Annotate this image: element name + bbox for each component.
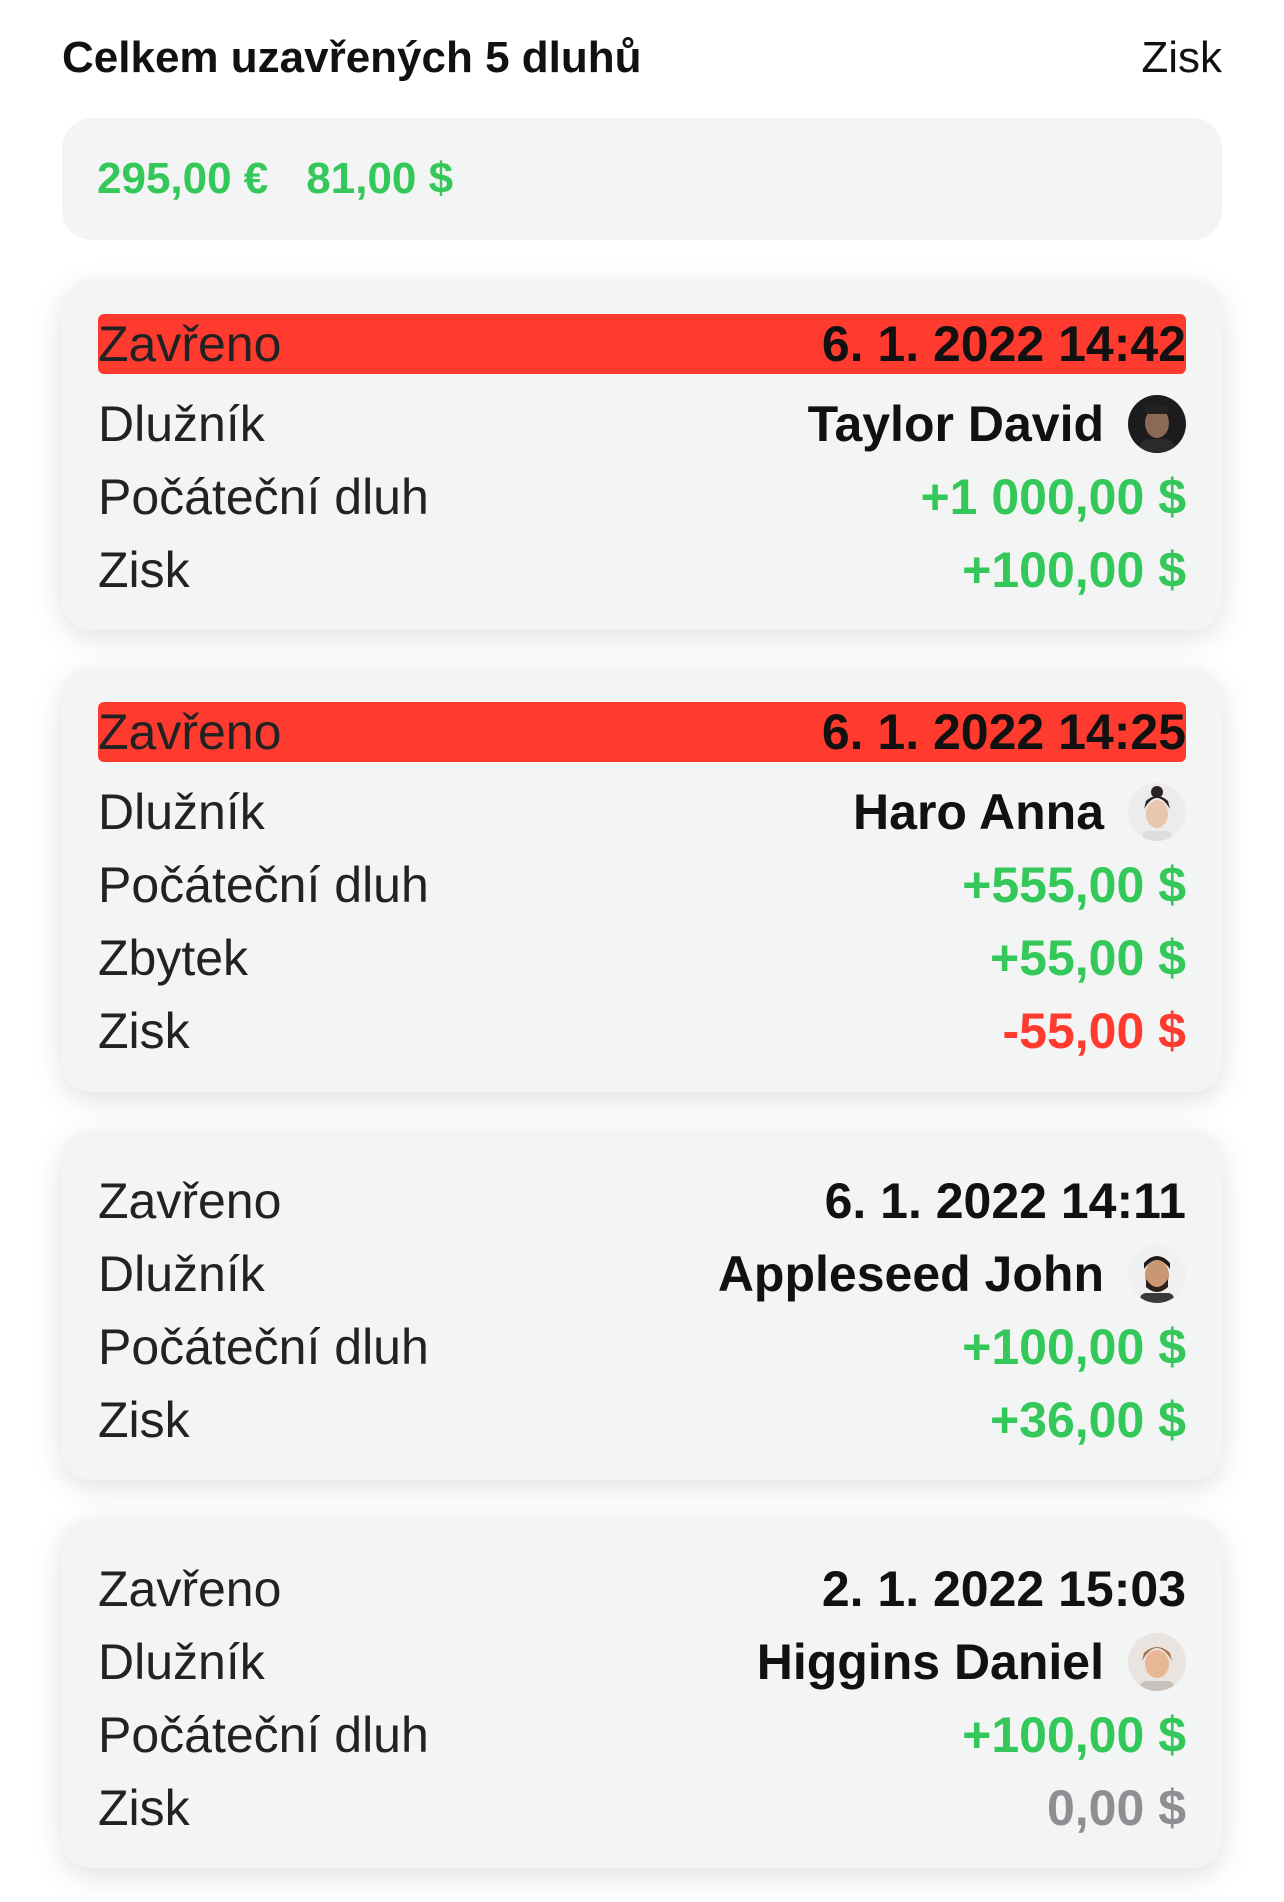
profit-row: Zisk 0,00 $ [98, 1771, 1186, 1844]
debtor-label: Dlužník [98, 1245, 265, 1302]
debtor-row: Dlužník Taylor David [98, 387, 1186, 460]
closed-label: Zavřeno [98, 316, 282, 372]
profit-value: +36,00 $ [989, 1391, 1186, 1448]
debtor-value: Taylor David [807, 394, 1186, 453]
profit-label: Zisk [98, 1391, 190, 1448]
closed-date: 6. 1. 2022 14:11 [824, 1172, 1186, 1229]
profit-row: Zisk +100,00 $ [98, 533, 1186, 606]
debt-card[interactable]: Zavřeno 6. 1. 2022 14:25 Dlužník Haro An… [62, 668, 1222, 1092]
debtor-label: Dlužník [98, 1633, 265, 1690]
profit-value: 0,00 $ [1046, 1779, 1186, 1836]
closed-label: Zavřeno [98, 1172, 282, 1229]
initial-debt-label: Počáteční dluh [98, 468, 429, 525]
profit-label: Zisk [98, 1779, 190, 1836]
remainder-label: Zbytek [98, 929, 249, 986]
closed-row: Zavřeno 6. 1. 2022 14:25 [98, 702, 1186, 762]
avatar [1128, 1244, 1186, 1303]
debtor-value: Higgins Daniel [756, 1632, 1186, 1691]
profit-label: Zisk [98, 1002, 190, 1059]
debtor-row: Dlužník Haro Anna [98, 775, 1186, 848]
summary-header: Celkem uzavřených 5 dluhů Zisk [62, 28, 1222, 88]
debt-card[interactable]: Zavřeno 6. 1. 2022 14:42 Dlužník Taylor … [62, 280, 1222, 630]
total-usd: 81,00 $ [306, 154, 454, 203]
initial-debt-row: Počáteční dluh +1 000,00 $ [98, 460, 1186, 533]
closed-label: Zavřeno [98, 1560, 282, 1617]
debtor-row: Dlužník Appleseed John [98, 1237, 1186, 1310]
initial-debt-value: +100,00 $ [962, 1318, 1186, 1375]
initial-debt-label: Počáteční dluh [98, 856, 429, 913]
initial-debt-row: Počáteční dluh +555,00 $ [98, 848, 1186, 921]
debtor-name: Appleseed John [717, 1245, 1104, 1302]
debtor-name: Taylor David [807, 395, 1104, 452]
closed-row: Zavřeno 2. 1. 2022 15:03 [98, 1552, 1186, 1625]
profit-row: Zisk +36,00 $ [98, 1383, 1186, 1456]
totals-panel: 295,00 € 81,00 $ [62, 118, 1222, 240]
initial-debt-value: +555,00 $ [962, 856, 1186, 913]
initial-debt-row: Počáteční dluh +100,00 $ [98, 1698, 1186, 1771]
debt-card[interactable]: Zavřeno 2. 1. 2022 15:03 Dlužník Higgins… [62, 1518, 1222, 1868]
closed-date: 6. 1. 2022 14:25 [821, 704, 1186, 760]
debtor-value: Haro Anna [853, 782, 1186, 841]
debtor-name: Haro Anna [853, 783, 1104, 840]
debt-card[interactable]: Zavřeno 6. 1. 2022 14:11 Dlužník Applese… [62, 1130, 1222, 1480]
closed-row: Zavřeno 6. 1. 2022 14:11 [98, 1164, 1186, 1237]
debt-list-screen: Celkem uzavřených 5 dluhů Zisk 295,00 € … [0, 0, 1284, 1902]
initial-debt-label: Počáteční dluh [98, 1318, 429, 1375]
remainder-value: +55,00 $ [989, 929, 1186, 986]
closed-row: Zavřeno 6. 1. 2022 14:42 [98, 314, 1186, 374]
initial-debt-value: +100,00 $ [962, 1706, 1186, 1763]
avatar [1128, 394, 1186, 453]
initial-debt-value: +1 000,00 $ [920, 468, 1186, 525]
initial-debt-row: Počáteční dluh +100,00 $ [98, 1310, 1186, 1383]
debtor-value: Appleseed John [717, 1244, 1186, 1303]
initial-debt-label: Počáteční dluh [98, 1706, 429, 1763]
profit-value: -55,00 $ [1002, 1002, 1186, 1059]
profit-label: Zisk [98, 541, 190, 598]
profit-column-label[interactable]: Zisk [1141, 33, 1222, 83]
profit-row: Zisk -55,00 $ [98, 994, 1186, 1067]
closed-date: 6. 1. 2022 14:42 [821, 316, 1186, 372]
debtor-name: Higgins Daniel [756, 1633, 1104, 1690]
debtor-label: Dlužník [98, 395, 265, 452]
avatar [1128, 1632, 1186, 1691]
avatar [1128, 782, 1186, 841]
closed-label: Zavřeno [98, 704, 282, 760]
profit-value: +100,00 $ [962, 541, 1186, 598]
closed-date: 2. 1. 2022 15:03 [821, 1560, 1186, 1617]
debtor-label: Dlužník [98, 783, 265, 840]
remainder-row: Zbytek +55,00 $ [98, 921, 1186, 994]
debtor-row: Dlužník Higgins Daniel [98, 1625, 1186, 1698]
total-eur: 295,00 € [97, 154, 269, 203]
closed-debts-title: Celkem uzavřených 5 dluhů [62, 33, 642, 82]
